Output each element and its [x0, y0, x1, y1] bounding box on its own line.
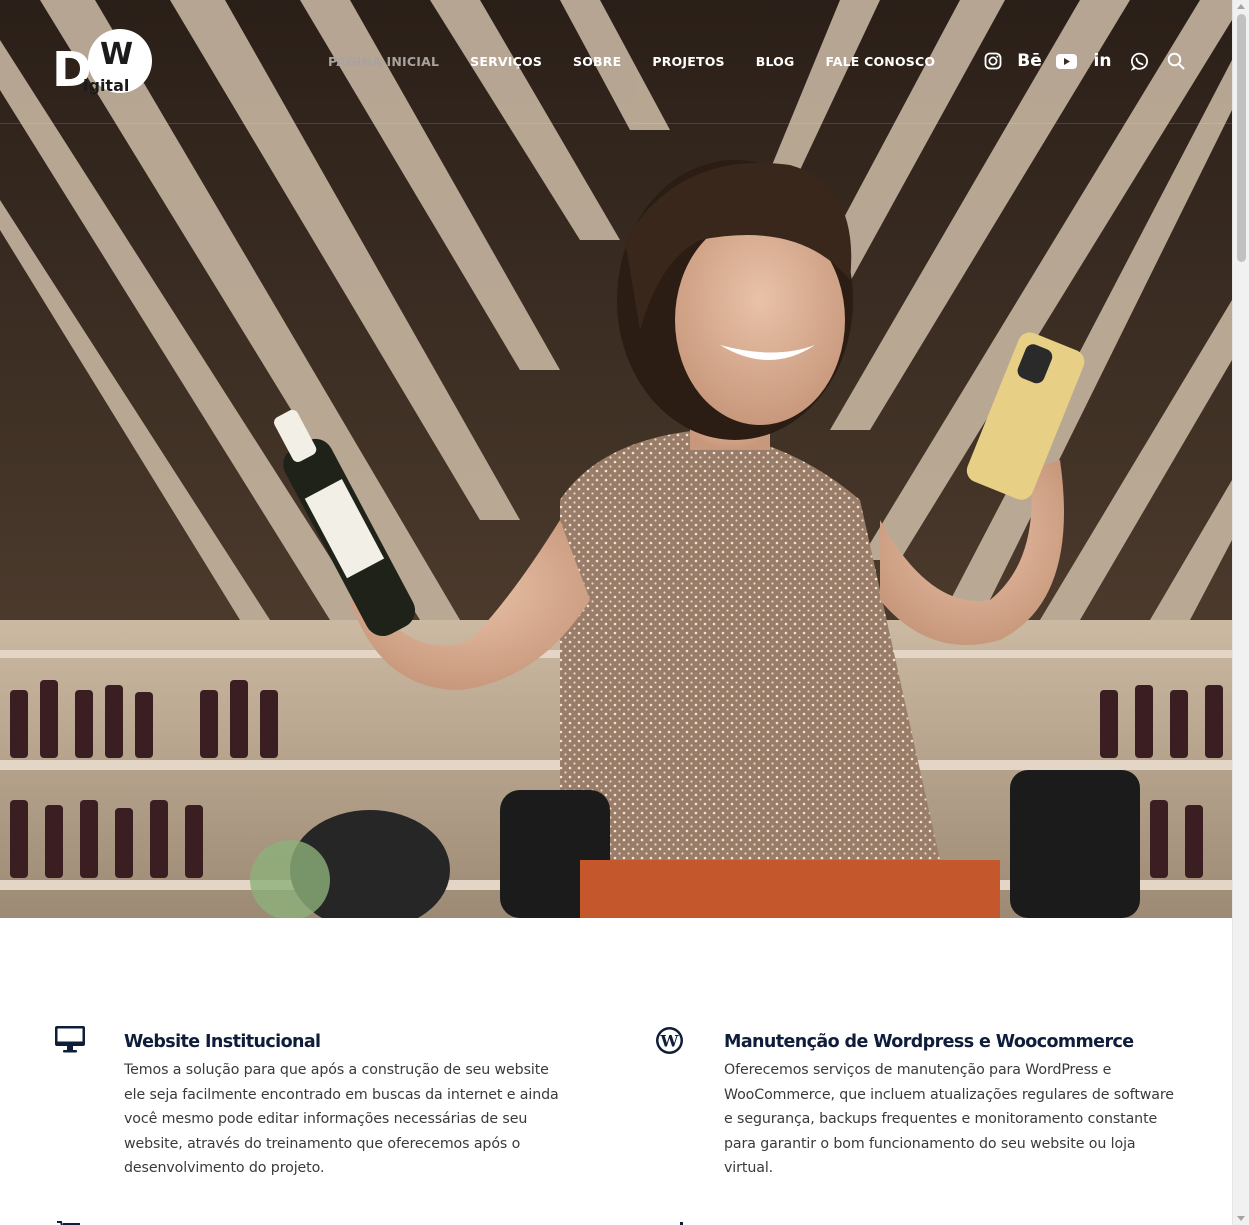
linkedin-text: in	[1093, 50, 1112, 71]
service-line: desenvolvimento do projeto.	[124, 1160, 325, 1176]
service-line: Temos a solução para que após a construç…	[124, 1062, 549, 1078]
search-icon[interactable]	[1165, 50, 1187, 72]
behance-icon[interactable]: Bē	[1017, 50, 1042, 72]
wordpress-icon: W	[655, 1026, 684, 1060]
scroll-down-arrow[interactable]	[1237, 1216, 1245, 1221]
hero-banner: D W igital PÁGINA INICIAL SERVIÇOS SOBRE…	[0, 0, 1232, 918]
hero-image	[0, 0, 1232, 918]
site-logo[interactable]: D W igital	[52, 26, 154, 98]
logo-word-igital: igital	[83, 76, 129, 95]
svg-text:W: W	[660, 1032, 680, 1051]
linkedin-icon[interactable]: in	[1092, 50, 1114, 72]
logo-letter-w: W	[100, 37, 133, 72]
main-nav: PÁGINA INICIAL SERVIÇOS SOBRE PROJETOS B…	[328, 54, 966, 69]
service-line: Oferecemos serviços de manutenção para W…	[724, 1062, 1112, 1078]
nav-item-fale-conosco[interactable]: FALE CONOSCO	[825, 54, 935, 69]
service-line: website, através do treinamento que ofer…	[124, 1135, 521, 1152]
service-line: ele seja facilmente encontrado em buscas…	[124, 1086, 559, 1103]
service-title-website-institucional: Website Institucional	[124, 1032, 321, 1052]
service-line: para garantir o bom funcionamento do seu…	[724, 1135, 1136, 1152]
behance-text: Bē	[1017, 50, 1042, 71]
nav-item-sobre[interactable]: SOBRE	[573, 54, 621, 69]
shopping-cart-icon	[56, 1216, 82, 1225]
whatsapp-icon[interactable]	[1128, 50, 1150, 72]
logo-mark: D W igital	[52, 29, 152, 98]
youtube-icon[interactable]	[1055, 50, 1077, 72]
service-line: virtual.	[724, 1160, 774, 1176]
site-header: D W igital PÁGINA INICIAL SERVIÇOS SOBRE…	[0, 0, 1232, 124]
nav-item-blog[interactable]: BLOG	[756, 54, 795, 69]
social-links: Bē in	[982, 50, 1201, 72]
scroll-up-arrow[interactable]	[1237, 4, 1245, 9]
service-line: e segurança, backups frequentes e monito…	[724, 1111, 1158, 1127]
service-line: WooCommerce, que incluem atualizações re…	[724, 1086, 1174, 1103]
nav-item-servicos[interactable]: SERVIÇOS	[470, 54, 542, 69]
nav-item-projetos[interactable]: PROJETOS	[652, 54, 724, 69]
service-line: você mesmo pode editar informações neces…	[124, 1111, 528, 1127]
monitor-icon	[54, 1025, 86, 1058]
nav-item-pagina-inicial[interactable]: PÁGINA INICIAL	[328, 54, 439, 69]
service-description-website-institucional: Temos a solução para que após a construç…	[124, 1058, 594, 1181]
page-scrollbar[interactable]	[1232, 0, 1249, 1225]
instagram-icon[interactable]	[982, 50, 1004, 72]
service-title-manutencao-wordpress: Manutenção de Wordpress e Woocommerce	[724, 1032, 1134, 1052]
service-description-manutencao-wordpress: Oferecemos serviços de manutenção para W…	[724, 1058, 1204, 1181]
partial-icon	[680, 1217, 684, 1225]
scroll-thumb[interactable]	[1237, 14, 1246, 262]
